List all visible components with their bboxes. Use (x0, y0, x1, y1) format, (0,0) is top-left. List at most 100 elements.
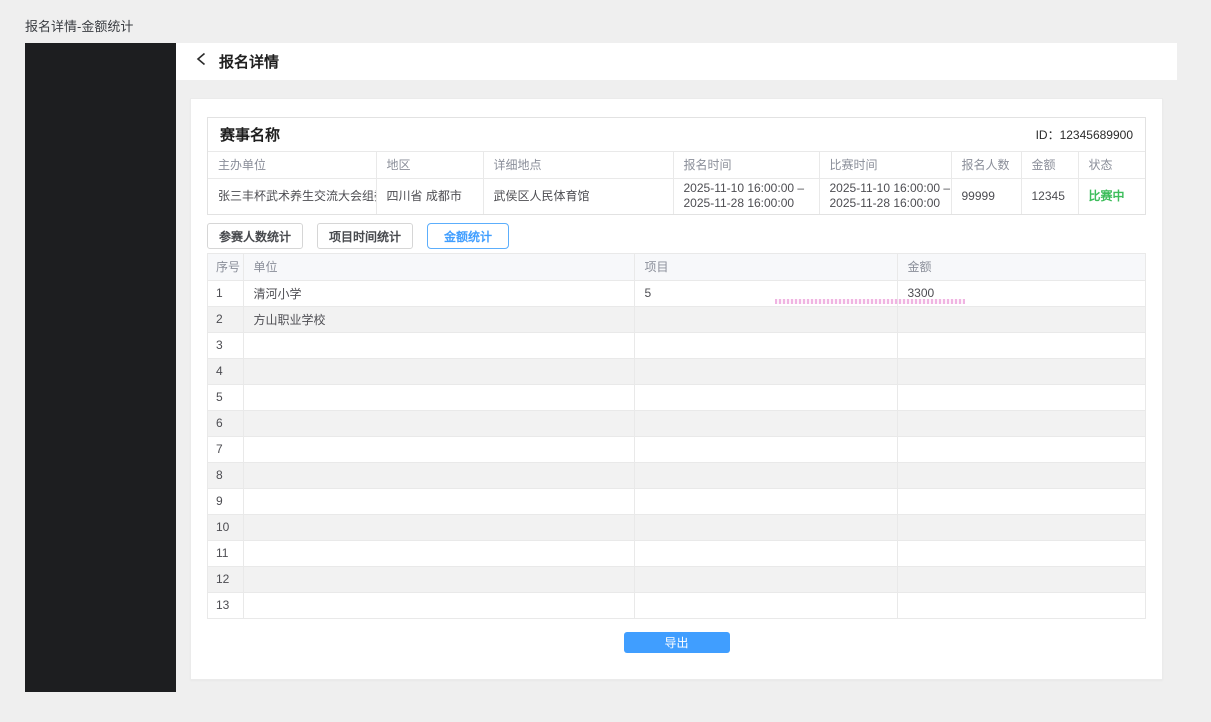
cell-no: 1 (208, 280, 243, 306)
cell-address: 武侯区人民体育馆 (483, 178, 673, 214)
col-signup-count: 报名人数 (951, 152, 1021, 178)
cell-no: 3 (208, 332, 243, 358)
cell-unit (243, 592, 634, 618)
cell-amount (897, 384, 1145, 410)
cell-unit (243, 410, 634, 436)
cell-match-time: 2025-11-10 16:00:00 – 2025-11-28 16:00:0… (819, 178, 951, 214)
cell-no: 11 (208, 540, 243, 566)
tab-participant-count[interactable]: 参赛人数统计 (207, 223, 303, 249)
table-row: 6 (208, 410, 1145, 436)
col-project: 项目 (634, 254, 897, 280)
cell-no: 10 (208, 514, 243, 540)
event-title-row: 赛事名称 ID：12345689900 (208, 118, 1145, 152)
cell-no: 9 (208, 488, 243, 514)
event-info-card: 赛事名称 ID：12345689900 主办单位 地区 详细地点 报名时间 比赛… (207, 117, 1146, 215)
cell-project (634, 540, 897, 566)
table-row: 12 (208, 566, 1145, 592)
event-id-value: 12345689900 (1060, 128, 1133, 142)
cell-organizer: 张三丰杯武术养生交流大会组委会 (208, 178, 376, 214)
topbar: 报名详情 (176, 43, 1177, 80)
cell-project (634, 384, 897, 410)
cell-no: 7 (208, 436, 243, 462)
tab-project-time[interactable]: 项目时间统计 (317, 223, 413, 249)
stats-table-body: 1清河小学533002方山职业学校345678910111213 (208, 280, 1145, 618)
cell-amount (897, 410, 1145, 436)
cell-signup-time: 2025-11-10 16:00:00 – 2025-11-28 16:00:0… (673, 178, 819, 214)
table-row: 2方山职业学校 (208, 306, 1145, 332)
match-time-start: 2025-11-10 16:00:00 – (830, 181, 941, 196)
event-id: ID：12345689900 (1036, 126, 1133, 143)
cell-project (634, 566, 897, 592)
event-header-row: 主办单位 地区 详细地点 报名时间 比赛时间 报名人数 金额 状态 (208, 152, 1145, 178)
match-time-end: 2025-11-28 16:00:00 (830, 196, 941, 211)
cell-unit (243, 488, 634, 514)
stats-table: 序号 单位 项目 金额 1清河小学533002方山职业学校34567891011… (208, 254, 1145, 619)
cell-unit (243, 540, 634, 566)
cell-amount: 12345 (1021, 178, 1078, 214)
cell-amount (897, 592, 1145, 618)
cell-project (634, 306, 897, 332)
cell-project (634, 358, 897, 384)
cell-project (634, 332, 897, 358)
cell-unit (243, 462, 634, 488)
stats-tabs: 参赛人数统计 项目时间统计 金额统计 (207, 223, 1146, 249)
cell-status: 比赛中 (1078, 178, 1145, 214)
col-match-time: 比赛时间 (819, 152, 951, 178)
signup-time-start: 2025-11-10 16:00:00 – (684, 181, 809, 196)
back-button[interactable] (195, 52, 208, 71)
cell-project (634, 410, 897, 436)
cell-unit (243, 514, 634, 540)
status-badge: 比赛中 (1089, 189, 1125, 203)
cell-project (634, 488, 897, 514)
cell-no: 5 (208, 384, 243, 410)
cell-unit (243, 358, 634, 384)
stats-header-row: 序号 单位 项目 金额 (208, 254, 1145, 280)
export-row: 导出 (207, 632, 1146, 653)
export-button[interactable]: 导出 (624, 632, 730, 653)
event-data-row: 张三丰杯武术养生交流大会组委会 四川省 成都市 武侯区人民体育馆 2025-11… (208, 178, 1145, 214)
topbar-title: 报名详情 (219, 51, 279, 72)
col-signup-time: 报名时间 (673, 152, 819, 178)
cell-signup-count: 99999 (951, 178, 1021, 214)
table-row: 11 (208, 540, 1145, 566)
cell-amount (897, 436, 1145, 462)
chevron-left-icon (195, 52, 208, 71)
cell-amount (897, 566, 1145, 592)
cell-no: 8 (208, 462, 243, 488)
cell-no: 4 (208, 358, 243, 384)
tab-amount[interactable]: 金额统计 (427, 223, 509, 249)
cell-amount (897, 488, 1145, 514)
content-panel: 赛事名称 ID：12345689900 主办单位 地区 详细地点 报名时间 比赛… (190, 98, 1163, 680)
cell-amount (897, 514, 1145, 540)
cell-project (634, 592, 897, 618)
table-row: 7 (208, 436, 1145, 462)
table-row: 8 (208, 462, 1145, 488)
cell-unit: 清河小学 (243, 280, 634, 306)
cell-unit (243, 384, 634, 410)
col-status: 状态 (1078, 152, 1145, 178)
stats-table-wrap: 序号 单位 项目 金额 1清河小学533002方山职业学校34567891011… (207, 253, 1146, 619)
cell-project (634, 436, 897, 462)
event-card-title: 赛事名称 (220, 124, 280, 145)
event-id-label: ID： (1036, 128, 1060, 142)
cell-unit (243, 332, 634, 358)
col-region: 地区 (376, 152, 483, 178)
cell-amount (897, 462, 1145, 488)
cell-unit: 方山职业学校 (243, 306, 634, 332)
signup-time-end: 2025-11-28 16:00:00 (684, 196, 809, 211)
table-row: 13 (208, 592, 1145, 618)
table-row: 5 (208, 384, 1145, 410)
cell-no: 6 (208, 410, 243, 436)
cell-amount: 3300 (897, 280, 1145, 306)
cell-unit (243, 436, 634, 462)
col-unit: 单位 (243, 254, 634, 280)
cell-project (634, 514, 897, 540)
cell-no: 2 (208, 306, 243, 332)
cell-no: 13 (208, 592, 243, 618)
table-row: 4 (208, 358, 1145, 384)
table-row: 9 (208, 488, 1145, 514)
cell-project: 5 (634, 280, 897, 306)
cell-amount (897, 358, 1145, 384)
cell-no: 12 (208, 566, 243, 592)
cell-unit (243, 566, 634, 592)
